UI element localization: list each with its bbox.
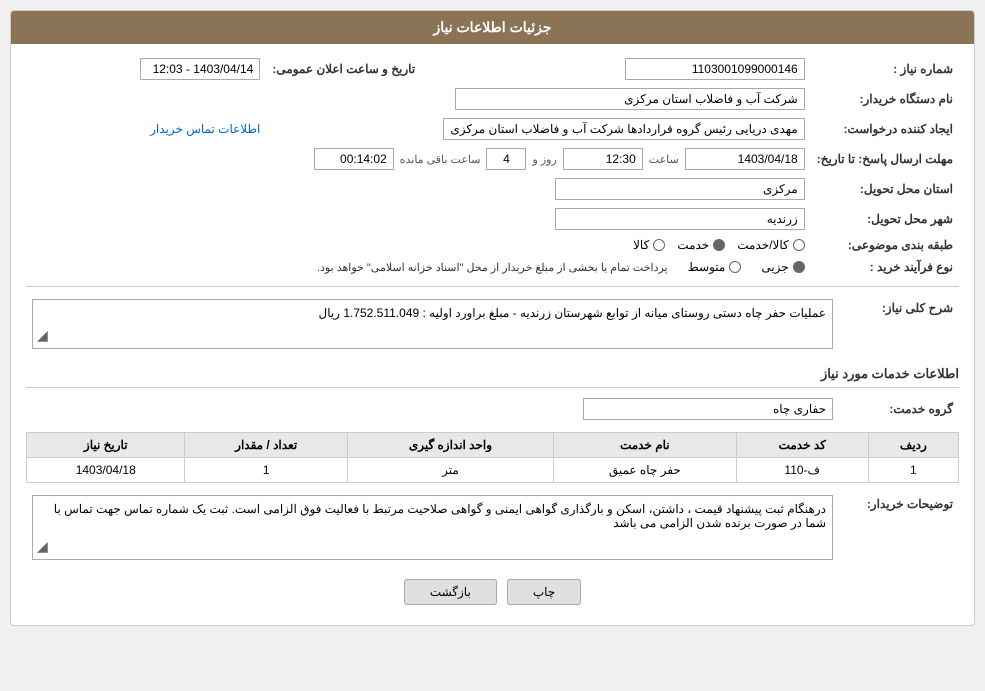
deadline-days: 4 xyxy=(486,148,526,170)
category-goods-option[interactable]: کالا xyxy=(633,238,665,252)
page-title: جزئیات اطلاعات نیاز xyxy=(433,19,551,35)
service-group-value: حفاری چاه xyxy=(583,398,833,420)
category-goods-service-radio xyxy=(793,239,805,251)
print-button[interactable]: چاپ xyxy=(507,579,581,605)
purchase-medium-radio xyxy=(729,261,741,273)
deadline-remaining: 00:14:02 xyxy=(314,148,394,170)
creator-value: مهدی دریایی رئیس گروه قراردادها شرکت آب … xyxy=(443,118,804,140)
category-goods-label: کالا xyxy=(633,238,649,252)
buyer-org-value: شرکت آب و فاضلاب استان مرکزی xyxy=(455,88,805,110)
description-box: عملیات حفر چاه دستی روستای میانه از تواب… xyxy=(32,299,833,349)
back-button[interactable]: بازگشت xyxy=(404,579,497,605)
deadline-date: 1403/04/18 xyxy=(685,148,805,170)
cell-quantity: 1 xyxy=(185,458,347,483)
deadline-remaining-label: ساعت باقی مانده xyxy=(400,153,481,166)
cell-unit: متر xyxy=(347,458,553,483)
purchase-type-desc: پرداخت تمام یا بخشی از مبلغ خریدار از مح… xyxy=(317,261,668,274)
category-goods-radio xyxy=(653,239,665,251)
col-name: نام خدمت xyxy=(553,433,736,458)
announce-value: 1403/04/14 - 12:03 xyxy=(140,58,260,80)
cell-code: ف-110 xyxy=(736,458,868,483)
cell-row: 1 xyxy=(868,458,958,483)
footer-buttons: چاپ بازگشت xyxy=(26,579,959,615)
description-label: شرح کلی نیاز: xyxy=(839,295,959,353)
category-service-radio xyxy=(713,239,725,251)
city-label: شهر محل تحویل: xyxy=(811,204,959,234)
deadline-time-label: ساعت xyxy=(649,153,679,166)
col-unit: واحد اندازه گیری xyxy=(347,433,553,458)
service-group-label: گروه خدمت: xyxy=(839,394,959,424)
contact-info-link[interactable]: اطلاعات تماس خریدار xyxy=(150,122,260,136)
col-row: ردیف xyxy=(868,433,958,458)
purchase-medium-label: متوسط xyxy=(688,260,726,274)
buyer-notes-value: درهنگام ثبت پیشنهاد قیمت ، داشتن، اسکن و… xyxy=(54,502,826,530)
buyer-org-label: نام دستگاه خریدار: xyxy=(811,84,959,114)
col-date: تاریخ نیاز xyxy=(27,433,185,458)
buyer-notes-box: درهنگام ثبت پیشنهاد قیمت ، داشتن، اسکن و… xyxy=(32,495,833,560)
category-service-label: خدمت xyxy=(677,238,709,252)
resize-arrow: ◢ xyxy=(37,327,48,344)
divider-1 xyxy=(26,286,959,287)
deadline-label: مهلت ارسال پاسخ: تا تاریخ: xyxy=(811,144,959,174)
need-number-value: 1103001099000146 xyxy=(625,58,805,80)
creator-label: ایجاد کننده درخواست: xyxy=(811,114,959,144)
col-quantity: تعداد / مقدار xyxy=(185,433,347,458)
announce-label: تاریخ و ساعت اعلان عمومی: xyxy=(266,54,421,84)
deadline-time: 12:30 xyxy=(563,148,643,170)
need-number-label: شماره نیاز : xyxy=(811,54,959,84)
services-section-title: اطلاعات خدمات مورد نیاز xyxy=(26,361,959,388)
purchase-partial-option[interactable]: جزیی xyxy=(761,260,804,274)
buyer-notes-label: توضیحات خریدار: xyxy=(839,491,959,564)
cell-name: حفر چاه عمیق xyxy=(553,458,736,483)
col-code: کد خدمت xyxy=(736,433,868,458)
page-header: جزئیات اطلاعات نیاز xyxy=(11,11,974,44)
city-value: زرندیه xyxy=(555,208,805,230)
province-value: مرکزی xyxy=(555,178,805,200)
category-goods-service-label: کالا/خدمت xyxy=(737,238,788,252)
purchase-medium-option[interactable]: متوسط xyxy=(688,260,742,274)
category-radio-group: کالا/خدمت خدمت کالا xyxy=(32,238,805,252)
cell-date: 1403/04/18 xyxy=(27,458,185,483)
province-label: استان محل تحویل: xyxy=(811,174,959,204)
services-table: ردیف کد خدمت نام خدمت واحد اندازه گیری ت… xyxy=(26,432,959,483)
deadline-days-label: روز و xyxy=(532,153,556,166)
table-row: 1ف-110حفر چاه عمیقمتر11403/04/18 xyxy=(27,458,959,483)
category-goods-service-option[interactable]: کالا/خدمت xyxy=(737,238,804,252)
category-label: طبقه بندی موضوعی: xyxy=(811,234,959,256)
purchase-type-label: نوع فرآیند خرید : xyxy=(811,256,959,278)
description-value: عملیات حفر چاه دستی روستای میانه از تواب… xyxy=(318,306,826,320)
notes-resize-arrow: ◢ xyxy=(37,538,48,555)
purchase-partial-label: جزیی xyxy=(761,260,788,274)
purchase-partial-radio xyxy=(793,261,805,273)
category-service-option[interactable]: خدمت xyxy=(677,238,725,252)
